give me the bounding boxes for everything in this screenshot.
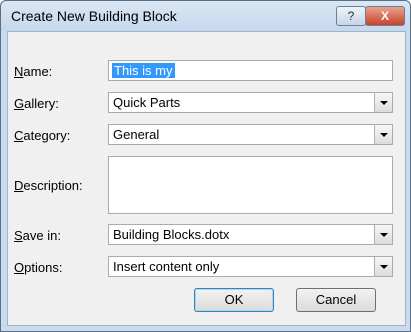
title-bar[interactable]: Create New Building Block ? X [1, 1, 410, 31]
gallery-value: Quick Parts [113, 95, 181, 110]
help-button[interactable]: ? [336, 6, 366, 26]
help-icon: ? [347, 9, 355, 23]
description-label: Description: [14, 178, 83, 193]
chevron-down-icon[interactable] [374, 93, 392, 112]
dialog-body: Name: This is my Gallery: Quick Parts Ca… [7, 31, 406, 326]
description-textarea[interactable] [108, 156, 393, 214]
category-value: General [113, 127, 160, 142]
name-input[interactable]: This is my [108, 60, 393, 81]
ok-button[interactable]: OK [194, 288, 274, 312]
chevron-down-icon[interactable] [374, 125, 392, 144]
cancel-button[interactable]: Cancel [296, 288, 376, 312]
chevron-down-icon[interactable] [374, 257, 392, 276]
gallery-label: Gallery: [14, 96, 59, 111]
options-select[interactable]: Insert content only [108, 256, 393, 277]
close-button[interactable]: X [365, 6, 405, 26]
gallery-select[interactable]: Quick Parts [108, 92, 393, 113]
save-in-label: Save in: [14, 228, 61, 243]
options-value: Insert content only [113, 259, 220, 274]
category-select[interactable]: General [108, 124, 393, 145]
dialog-title: Create New Building Block [11, 8, 177, 24]
chevron-down-icon[interactable] [374, 225, 392, 244]
name-label: Name: [14, 64, 53, 79]
category-label: Category: [14, 128, 71, 143]
create-building-block-dialog: Create New Building Block ? X Name: This… [0, 0, 411, 332]
name-input-value: This is my [112, 63, 175, 78]
options-label: Options: [14, 260, 63, 275]
save-in-select[interactable]: Building Blocks.dotx [108, 224, 393, 245]
save-in-value: Building Blocks.dotx [113, 227, 230, 242]
close-icon: X [380, 9, 389, 23]
